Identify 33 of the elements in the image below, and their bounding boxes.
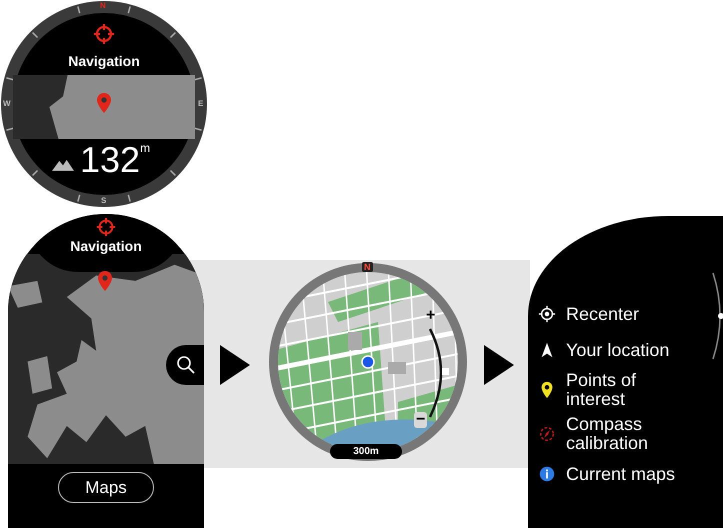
crosshair-icon [538, 305, 556, 323]
scale-bar: 300m [330, 444, 402, 459]
menu-item[interactable]: Your location [538, 335, 696, 365]
screen-title: Navigation [70, 238, 142, 254]
menu-item[interactable]: Points of interest [538, 371, 696, 409]
mountain-icon [52, 158, 74, 171]
location-pin-icon [97, 93, 111, 113]
screen-title: Navigation [67, 53, 141, 69]
crosshair-icon [95, 216, 117, 238]
compass-letter: W [3, 100, 11, 108]
compass-letter: E [198, 100, 204, 108]
info-icon [538, 465, 556, 483]
location-pin-icon [98, 270, 112, 292]
menu-label: Compass calibration [566, 415, 650, 453]
menu-label: Current maps [566, 464, 676, 484]
arrow-icon [220, 345, 250, 385]
menu-item[interactable]: Compass calibration [538, 415, 696, 453]
menu-label: Points of interest [566, 371, 638, 409]
menu-label: Your location [566, 340, 670, 360]
zoom-out-button[interactable]: − [414, 412, 428, 428]
crosshair-icon [92, 22, 116, 46]
arrow-icon [484, 345, 514, 385]
altitude-reading: 132$^{m}$ [80, 140, 150, 180]
compass-letter: N [100, 2, 106, 10]
search-icon [176, 355, 196, 375]
menu-label: Recenter [566, 304, 640, 324]
compass-icon [538, 425, 556, 443]
menu-item[interactable]: Current maps [538, 459, 696, 489]
menu-item[interactable]: Recenter [538, 299, 696, 329]
zoom-in-button[interactable]: + [426, 308, 436, 324]
compass-letter: N [362, 262, 372, 272]
compass-letter: S [101, 197, 106, 205]
maps-button[interactable]: Maps [58, 472, 154, 503]
